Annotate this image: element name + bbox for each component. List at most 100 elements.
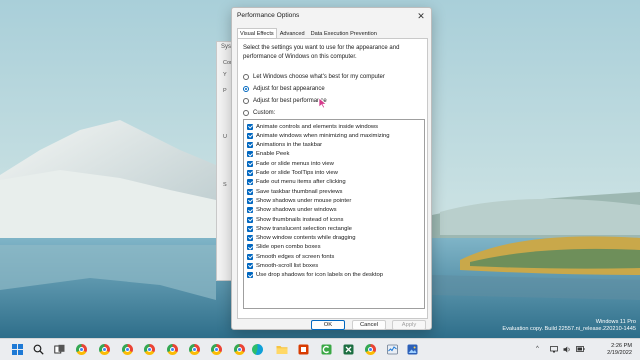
cancel-button[interactable]: Cancel	[352, 320, 386, 330]
background-text: Y	[223, 72, 227, 78]
list-item[interactable]: Smooth-scroll list boxes	[247, 262, 318, 271]
watermark-build: Evaluation copy. Build 22557.ni_release.…	[502, 326, 636, 332]
list-item[interactable]: Fade or slide ToolTips into view	[247, 169, 338, 178]
intro-text: Select the settings you want to use for …	[243, 45, 400, 60]
checkbox-checked[interactable]	[247, 123, 253, 130]
photos-icon[interactable]	[406, 343, 419, 356]
checkbox-checked[interactable]	[247, 244, 253, 251]
radio-best-performance[interactable]: Adjust for best performance	[243, 98, 327, 104]
list-item[interactable]: Show translucent selection rectangle	[247, 224, 352, 233]
list-item[interactable]: Show shadows under windows	[247, 206, 337, 215]
checkbox-checked[interactable]	[247, 179, 253, 186]
file-explorer-icon[interactable]	[275, 343, 288, 356]
checkbox-checked[interactable]	[247, 253, 253, 260]
checkbox-checked[interactable]	[247, 235, 253, 242]
list-item[interactable]: Smooth edges of screen fonts	[247, 252, 334, 261]
list-item[interactable]: Enable Peek	[247, 150, 289, 159]
checkbox-checked[interactable]	[247, 272, 253, 279]
search-icon[interactable]	[32, 343, 45, 356]
checkbox-checked[interactable]	[247, 188, 253, 195]
clock[interactable]: 2:26 PM 2/19/2022	[607, 343, 632, 357]
task-manager-icon[interactable]	[386, 343, 399, 356]
radio-label: Custom:	[253, 110, 276, 116]
close-icon: ✕	[417, 11, 425, 21]
list-item[interactable]: Show shadows under mouse pointer	[247, 196, 351, 205]
background-text: U	[223, 134, 227, 140]
chrome-icon[interactable]	[98, 343, 111, 356]
windows-start-icon[interactable]	[11, 343, 24, 356]
dialog-titlebar[interactable]: Performance Options ✕	[232, 8, 431, 26]
radio-button[interactable]	[243, 110, 249, 116]
evaluation-watermark: Windows 11 Pro Evaluation copy. Build 22…	[502, 319, 636, 333]
chrome-icon[interactable]	[166, 343, 179, 356]
list-item[interactable]: Show window contents while dragging	[247, 234, 356, 243]
list-item[interactable]: Fade or slide menus into view	[247, 159, 334, 168]
close-button[interactable]: ✕	[413, 10, 429, 23]
checkbox-checked[interactable]	[247, 197, 253, 204]
background-text: S	[223, 182, 227, 188]
list-item[interactable]: Animate windows when minimizing and maxi…	[247, 131, 390, 140]
effect-label: Show shadows under mouse pointer	[256, 197, 352, 204]
ok-button[interactable]: OK	[311, 320, 345, 330]
watermark-edition: Windows 11 Pro	[595, 319, 636, 325]
edge-icon[interactable]	[251, 343, 264, 356]
visual-effects-panel: Select the settings you want to use for …	[237, 38, 428, 319]
radio-custom[interactable]: Custom:	[243, 110, 275, 116]
list-item[interactable]: Show thumbnails instead of icons	[247, 215, 343, 224]
visual-effects-list[interactable]: Animate controls and elements inside win…	[243, 119, 425, 309]
effect-label: Animate controls and elements inside win…	[256, 123, 379, 130]
list-item[interactable]: Animate controls and elements inside win…	[247, 122, 378, 131]
checkbox-checked[interactable]	[247, 151, 253, 158]
effect-label: Fade out menu items after clicking	[256, 179, 346, 186]
effect-label: Show window contents while dragging	[256, 235, 356, 242]
effect-label: Show translucent selection rectangle	[256, 225, 352, 232]
effect-label: Fade or slide menus into view	[256, 160, 334, 167]
chrome-icon[interactable]	[121, 343, 134, 356]
list-item[interactable]: Fade out menu items after clicking	[247, 178, 346, 187]
effect-label: Use drop shadows for icon labels on the …	[256, 272, 384, 279]
chrome-icon[interactable]	[364, 343, 377, 356]
chrome-icon[interactable]	[188, 343, 201, 356]
list-item[interactable]: Animations in the taskbar	[247, 141, 322, 150]
checkbox-checked[interactable]	[247, 216, 253, 223]
chrome-icon[interactable]	[210, 343, 223, 356]
effect-label: Show shadows under windows	[256, 207, 337, 214]
checkbox-checked[interactable]	[247, 160, 253, 167]
effect-label: Smooth-scroll list boxes	[256, 263, 319, 269]
clock-time: 2:26 PM	[611, 343, 632, 349]
excel-icon[interactable]	[342, 343, 355, 356]
clock-date: 2/19/2022	[607, 350, 632, 356]
taskbar: ^ 2:26 PM 2/19/2022	[0, 338, 640, 360]
radio-button[interactable]	[243, 98, 249, 104]
effect-label: Smooth edges of screen fonts	[256, 253, 335, 260]
radio-best-appearance[interactable]: Adjust for best appearance	[243, 86, 325, 92]
list-item[interactable]: Use drop shadows for icon labels on the …	[247, 271, 383, 280]
tray-chevron-icon[interactable]: ^	[536, 346, 539, 352]
radio-label: Adjust for best appearance	[253, 86, 325, 92]
chrome-icon[interactable]	[75, 343, 88, 356]
chrome-icon[interactable]	[233, 343, 246, 356]
checkbox-checked[interactable]	[247, 263, 253, 269]
radio-label: Adjust for best performance	[253, 98, 327, 104]
network-icon[interactable]	[550, 346, 558, 355]
radio-button[interactable]	[243, 74, 249, 80]
checkbox-checked[interactable]	[247, 132, 253, 139]
checkbox-checked[interactable]	[247, 170, 253, 176]
radio-let-windows-choose[interactable]: Let Windows choose what's best for my co…	[243, 74, 385, 80]
checkbox-checked[interactable]	[247, 225, 253, 232]
camtasia-icon[interactable]	[320, 343, 333, 356]
effect-label: Animate windows when minimizing and maxi…	[256, 132, 390, 139]
effect-label: Save taskbar thumbnail previews	[256, 188, 343, 195]
radio-button-selected[interactable]	[243, 86, 249, 92]
list-item[interactable]: Save taskbar thumbnail previews	[247, 187, 342, 196]
checkbox-checked[interactable]	[247, 142, 253, 149]
apply-button[interactable]: Apply	[392, 320, 426, 330]
office-icon[interactable]	[297, 343, 310, 356]
chrome-icon[interactable]	[143, 343, 156, 356]
effect-label: Show thumbnails instead of icons	[256, 216, 344, 223]
checkbox-checked[interactable]	[247, 207, 253, 214]
volume-icon[interactable]	[563, 346, 571, 355]
list-item[interactable]: Slide open combo boxes	[247, 243, 321, 252]
task-view-icon[interactable]	[53, 343, 66, 356]
battery-icon[interactable]	[576, 346, 585, 354]
